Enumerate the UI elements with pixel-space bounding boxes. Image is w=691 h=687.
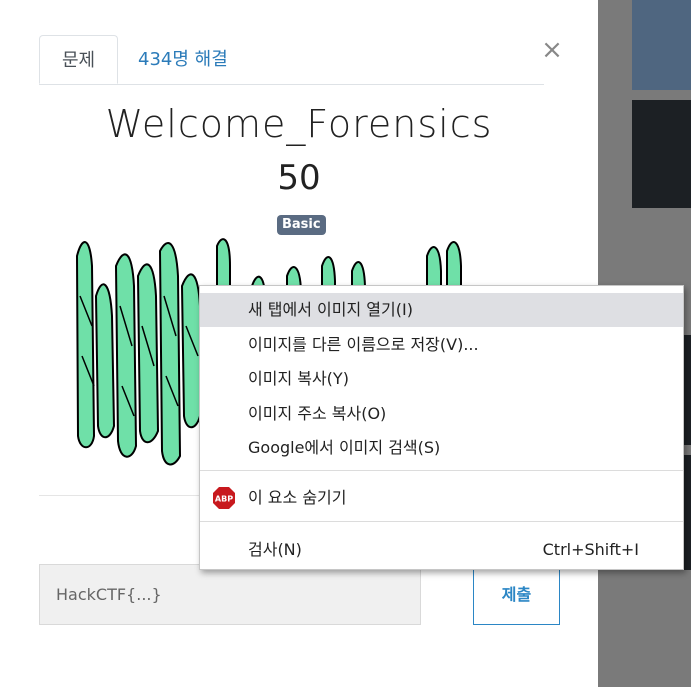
- menu-separator: [200, 521, 683, 522]
- close-button[interactable]: ×: [540, 36, 564, 64]
- challenge-title: Welcome_Forensics: [105, 102, 493, 146]
- menu-item-label: 이 요소 숨기기: [248, 488, 347, 507]
- tab-problem[interactable]: 문제: [39, 35, 118, 84]
- menu-item-hide-element[interactable]: ABP 이 요소 숨기기: [200, 481, 683, 515]
- menu-item-shortcut: Ctrl+Shift+I: [542, 540, 639, 559]
- flag-input[interactable]: [39, 564, 421, 625]
- category-badge: Basic: [277, 215, 326, 235]
- menu-item-label: 이미지를 다른 이름으로 저장(V)...: [248, 335, 479, 354]
- menu-item-label: 이미지 주소 복사(O): [248, 404, 387, 423]
- adblock-plus-icon: ABP: [213, 487, 235, 509]
- background-tile: [684, 455, 691, 570]
- menu-item-copy-image[interactable]: 이미지 복사(Y): [200, 362, 683, 396]
- challenge-points: 50: [277, 158, 321, 198]
- menu-item-label: 이미지 복사(Y): [248, 369, 349, 388]
- menu-item-label: 새 탭에서 이미지 열기(I): [248, 300, 413, 319]
- menu-item-label: Google에서 이미지 검색(S): [248, 438, 441, 457]
- divider: [39, 495, 209, 496]
- menu-item-save-image-as[interactable]: 이미지를 다른 이름으로 저장(V)...: [200, 328, 683, 362]
- tab-solves[interactable]: 434명 해결: [118, 35, 248, 84]
- menu-item-inspect[interactable]: 검사(N) Ctrl+Shift+I: [200, 533, 683, 567]
- submit-button[interactable]: 제출: [473, 564, 560, 625]
- background-tile: [632, 0, 691, 90]
- modal-tabs: 문제 434명 해결: [39, 35, 544, 85]
- captcha-strokes: [75, 241, 201, 466]
- menu-separator: [200, 470, 683, 471]
- menu-item-search-google-image[interactable]: Google에서 이미지 검색(S): [200, 431, 683, 465]
- background-tile: [684, 335, 691, 445]
- menu-item-open-image-new-tab[interactable]: 새 탭에서 이미지 열기(I): [200, 293, 683, 327]
- context-menu: 새 탭에서 이미지 열기(I) 이미지를 다른 이름으로 저장(V)... 이미…: [199, 285, 684, 570]
- menu-item-label: 검사(N): [248, 540, 302, 559]
- menu-item-copy-image-address[interactable]: 이미지 주소 복사(O): [200, 397, 683, 431]
- svg-text:ABP: ABP: [215, 495, 233, 504]
- background-tile: [632, 100, 691, 208]
